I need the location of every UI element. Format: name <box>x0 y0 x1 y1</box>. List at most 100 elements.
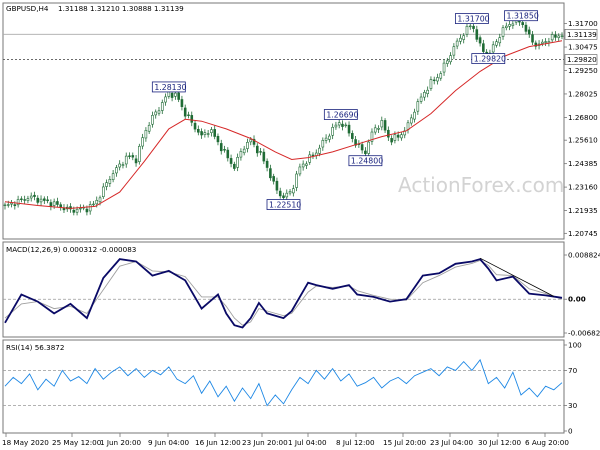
x-tick-label: 16 Jun 12:00 <box>195 438 241 447</box>
y-tick-label: 30 <box>568 401 578 410</box>
candle-body <box>275 180 279 191</box>
candle-body <box>311 154 315 157</box>
candle-body <box>79 207 82 210</box>
candle-body <box>43 198 46 201</box>
candle-body <box>475 29 479 40</box>
candle-body <box>541 41 544 44</box>
candle-body <box>23 199 26 201</box>
candle-body <box>390 138 393 143</box>
candle-body <box>292 188 295 194</box>
candle-body <box>134 158 138 164</box>
candle-body <box>351 133 354 139</box>
candle-body <box>118 163 121 168</box>
candle-body <box>36 197 40 203</box>
candle-body <box>239 151 243 158</box>
candle-body <box>387 129 390 138</box>
x-tick-label: 25 May 12:00 <box>52 438 102 447</box>
x-tick-label: 1 Jun 20:00 <box>100 438 142 447</box>
x-tick-label: 23 Jun 20:00 <box>242 438 288 447</box>
candle-body <box>465 25 469 35</box>
candle-body <box>557 35 561 38</box>
candle-body <box>255 145 259 154</box>
y-tick-label: -0.006825 <box>568 329 600 338</box>
candle-body <box>278 190 282 197</box>
candle-body <box>157 110 161 114</box>
candle-body <box>262 151 266 162</box>
level-marker-label: 1.29820 <box>567 55 597 64</box>
candle-body <box>544 41 547 43</box>
candle-body <box>383 120 387 131</box>
y-tick-label: 1.23160 <box>568 183 598 192</box>
candle-body <box>46 199 49 202</box>
candle-body <box>183 107 187 117</box>
rsi-panel <box>2 339 565 434</box>
candle-body <box>56 201 59 205</box>
candle-body <box>446 60 449 64</box>
candle-body <box>269 168 272 179</box>
candle-body <box>219 143 223 152</box>
candle-body <box>377 128 380 130</box>
candle-body <box>85 208 89 213</box>
candle-body <box>170 92 174 98</box>
macd-title: MACD(12,26,9) 0.000312 -0.000083 <box>6 245 136 254</box>
candle-body <box>511 23 515 26</box>
price-label: 1.26690 <box>326 111 358 120</box>
candle-body <box>360 144 364 151</box>
candle-body <box>305 163 308 166</box>
candle-body <box>295 173 298 188</box>
candle-body <box>138 145 141 162</box>
candle-body <box>423 92 426 98</box>
y-tick-label: 1.26800 <box>568 113 598 122</box>
y-tick-label: 1.25610 <box>568 136 598 145</box>
candle-body <box>223 149 226 151</box>
candle-body <box>462 35 466 40</box>
candle-body <box>400 134 403 139</box>
candle-body <box>498 37 502 44</box>
candle-body <box>259 151 262 153</box>
candle-body <box>455 40 459 47</box>
candle-body <box>29 195 33 199</box>
rsi-title: RSI(14) 56.3872 <box>6 343 64 352</box>
candle-body <box>429 79 433 89</box>
candle-body <box>560 35 564 37</box>
candle-body <box>154 111 158 116</box>
candle-body <box>318 147 321 154</box>
candle-body <box>16 199 20 206</box>
price-label: 1.28130 <box>154 83 186 92</box>
candle-body <box>413 111 416 120</box>
candle-body <box>197 128 200 133</box>
candle-body <box>108 178 112 184</box>
candle-body <box>527 29 531 35</box>
candle-body <box>328 135 331 140</box>
candle-body <box>174 92 177 97</box>
y-tick-label: 70 <box>568 366 578 375</box>
y-tick-label: 1.29250 <box>568 66 598 75</box>
x-tick-label: 8 Jul 12:00 <box>336 438 375 447</box>
candle-body <box>203 132 207 135</box>
candle-body <box>272 176 275 182</box>
candle-body <box>72 209 76 213</box>
candle-body <box>449 55 452 63</box>
candle-body <box>49 202 53 207</box>
candle-body <box>39 198 43 203</box>
candle-body <box>213 129 216 137</box>
candle-body <box>347 124 351 134</box>
candle-body <box>373 127 377 133</box>
candle-body <box>416 101 420 112</box>
candle-body <box>26 198 30 201</box>
candle-body <box>131 155 135 158</box>
x-axis-layer: 18 May 2020 25 May 12:001 Jun 20:00 9 Jun … <box>2 433 569 447</box>
candle-body <box>75 208 79 213</box>
candle-body <box>59 204 63 208</box>
candle-body <box>151 115 154 125</box>
y-tick-label: 1.21935 <box>568 206 598 215</box>
y-tick-label: 1.20745 <box>568 229 598 238</box>
candle-body <box>393 134 397 141</box>
candle-body <box>495 41 498 46</box>
candle-body <box>147 124 151 132</box>
candle-body <box>160 102 164 111</box>
price-label: 1.22510 <box>269 201 301 210</box>
current-price-label: 1.31139 <box>567 30 597 39</box>
candle-body <box>190 115 194 123</box>
candle-body <box>364 150 367 155</box>
